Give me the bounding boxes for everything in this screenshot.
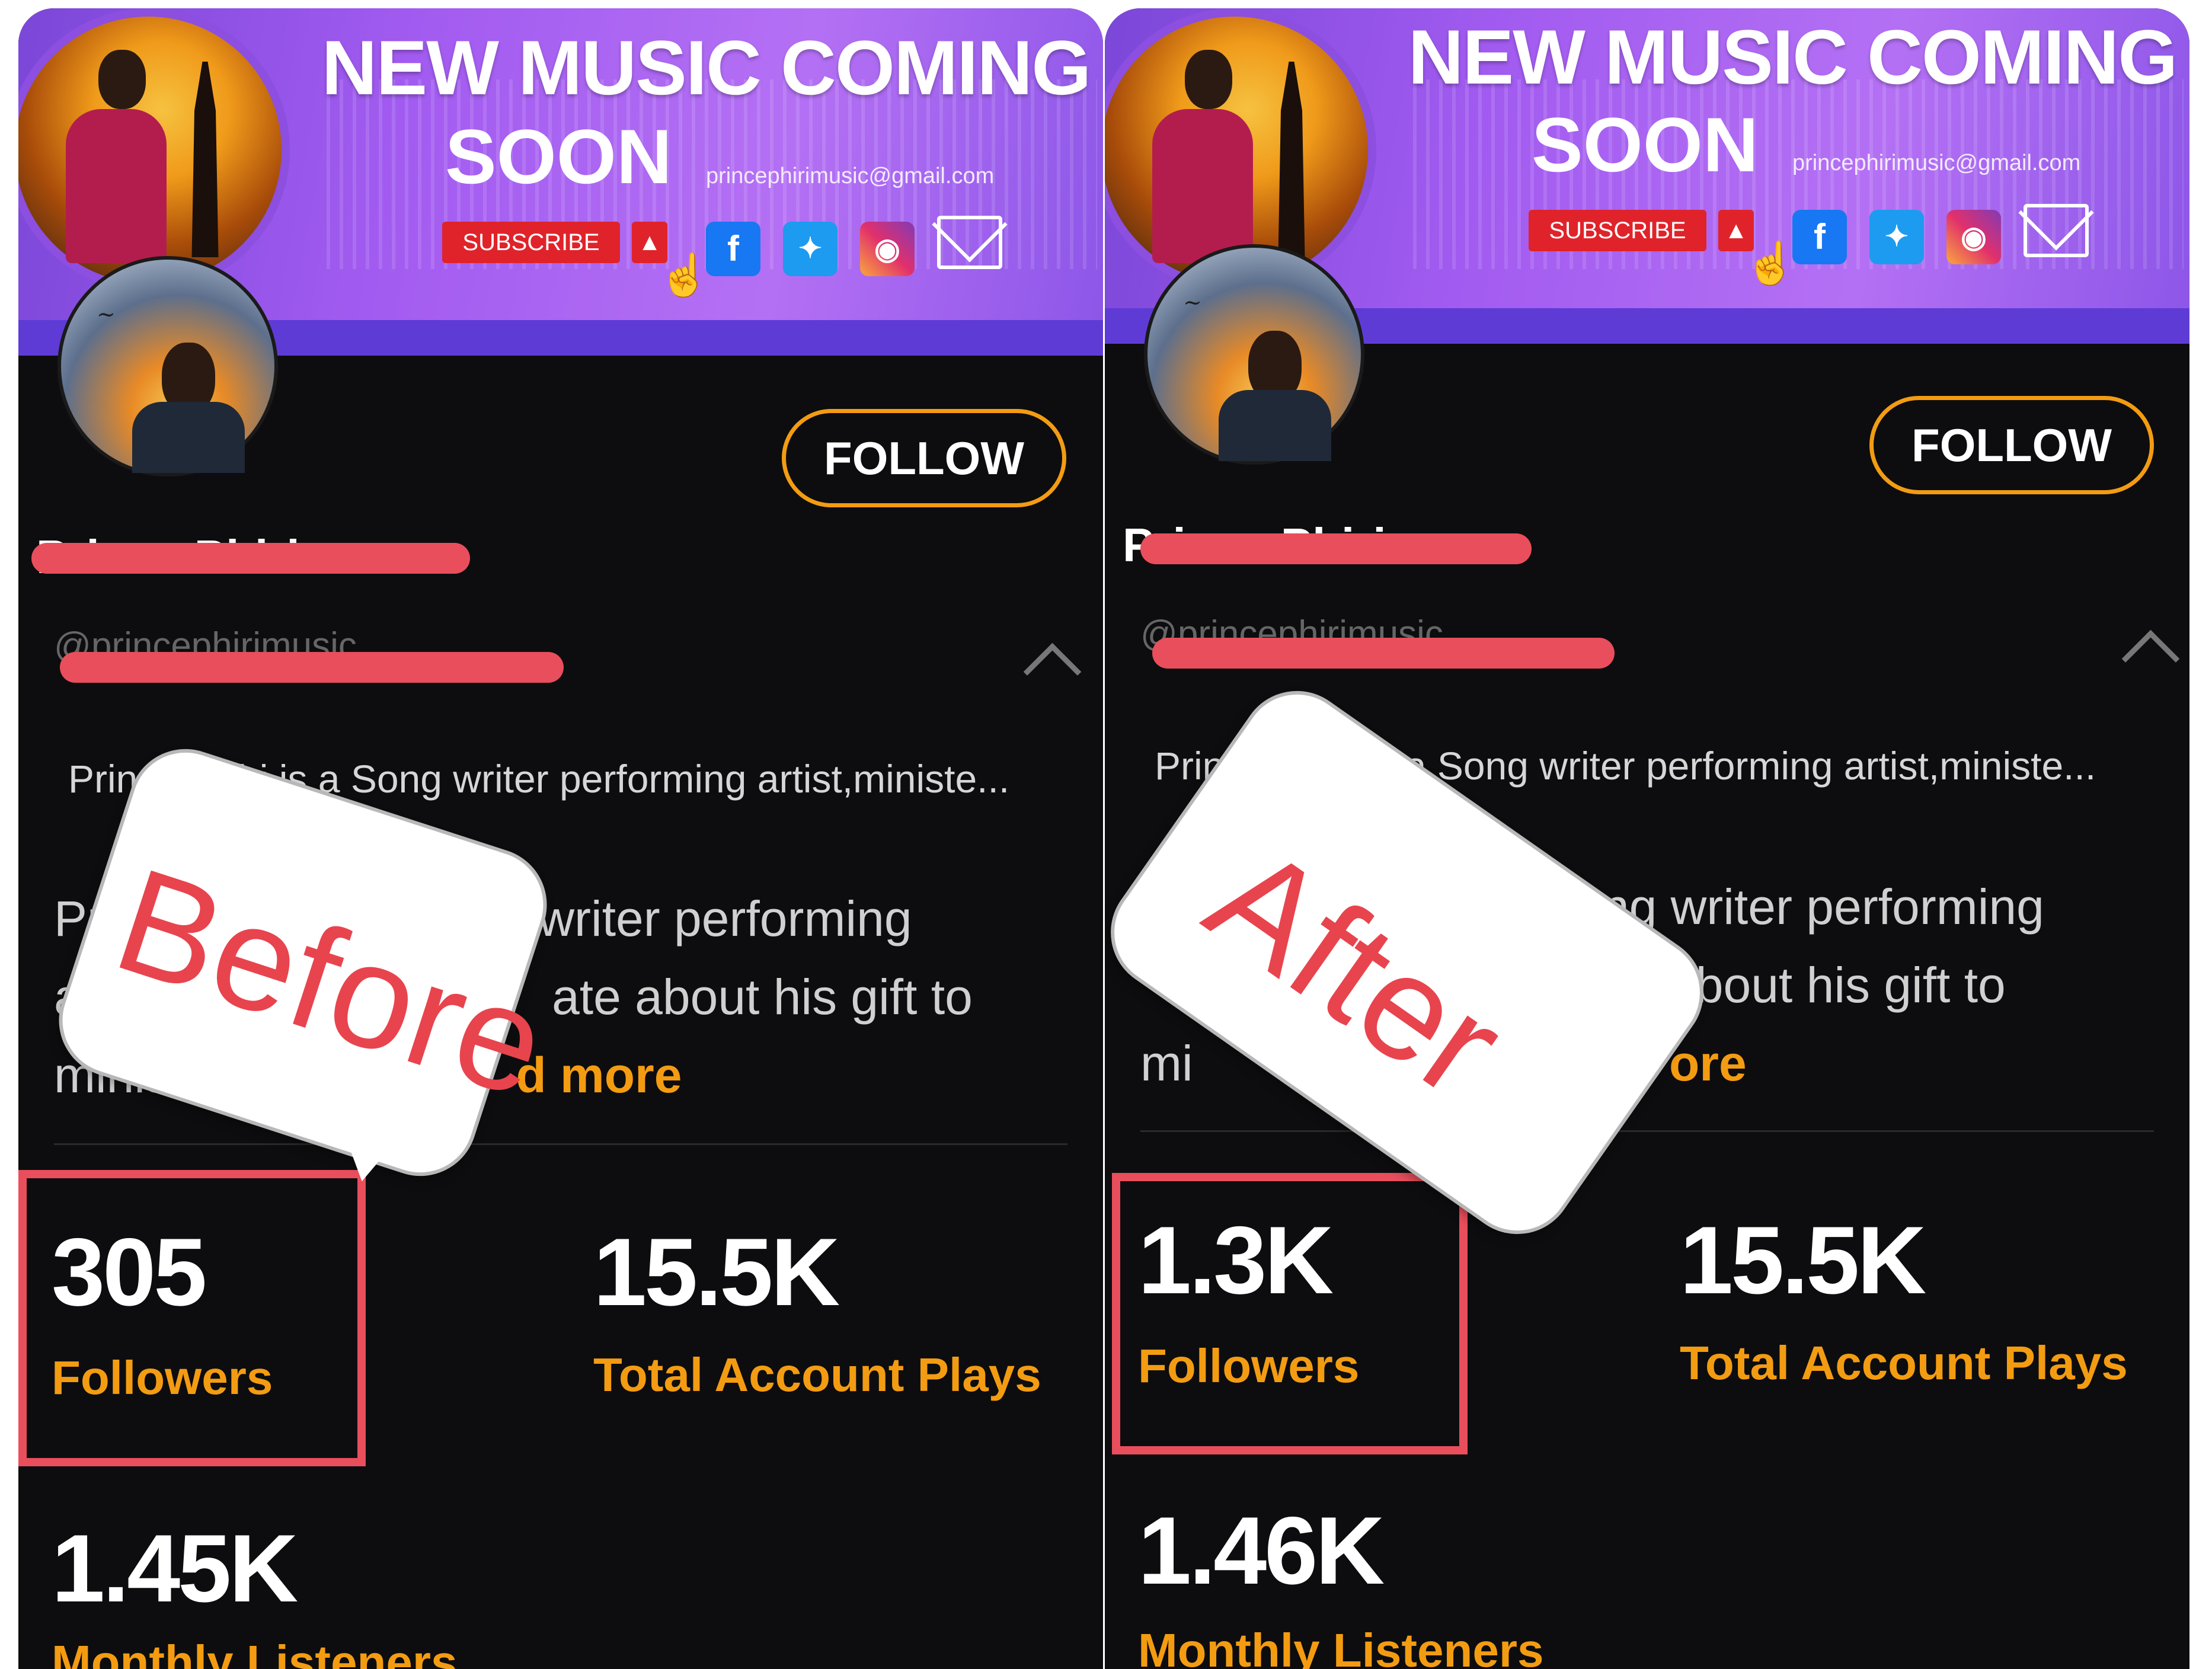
divider: [54, 1143, 1067, 1145]
profile-panel-after: NEW MUSIC COMING SOON princephirimusic@g…: [1105, 8, 2189, 1669]
banner-subtitle: SOON: [445, 113, 672, 200]
listeners-count: 1.45K: [52, 1515, 298, 1622]
read-more-link[interactable]: d more: [516, 1047, 682, 1103]
banner-email: princephirimusic@gmail.com: [1792, 151, 2081, 175]
follow-button[interactable]: FOLLOW: [1869, 396, 2154, 494]
listeners-label: Monthly Listeners: [1138, 1624, 1544, 1669]
subscribe-button: SUBSCRIBE: [442, 222, 620, 263]
chevron-up-icon[interactable]: [1023, 642, 1082, 701]
redaction-mark: [1152, 638, 1615, 669]
read-more-link[interactable]: ore: [1669, 1035, 1747, 1091]
highlight-box: [18, 1170, 366, 1466]
profile-panel-before: NEW MUSIC COMING SOON princephirimusic@g…: [18, 8, 1103, 1669]
avatar[interactable]: ~: [57, 256, 278, 477]
redaction-mark: [31, 543, 470, 574]
instagram-icon: ◉: [860, 222, 915, 276]
listeners-count: 1.46K: [1138, 1497, 1385, 1604]
redaction-mark: [1140, 533, 1532, 564]
pointer-hand-icon: ☝: [659, 252, 711, 298]
twitter-icon: ✦: [783, 222, 838, 276]
listeners-label: Monthly Listeners: [52, 1636, 458, 1669]
highlight-box: [1112, 1173, 1468, 1454]
chevron-up-icon[interactable]: [2121, 629, 2180, 688]
subscribe-button: SUBSCRIBE: [1529, 210, 1706, 251]
plays-count: 15.5K: [1680, 1207, 1926, 1314]
twitter-icon: ✦: [1869, 210, 1924, 264]
plays-label: Total Account Plays: [1680, 1337, 2128, 1389]
plays-label: Total Account Plays: [593, 1348, 1041, 1401]
facebook-icon: f: [706, 222, 760, 276]
banner-title: NEW MUSIC COMING: [1408, 14, 2178, 100]
instagram-icon: ◉: [1946, 210, 2001, 264]
follow-button[interactable]: FOLLOW: [782, 409, 1066, 507]
banner-subtitle: SOON: [1532, 101, 1759, 188]
banner-title: NEW MUSIC COMING: [321, 24, 1092, 111]
mail-icon: [937, 216, 1002, 269]
plays-count: 15.5K: [593, 1219, 840, 1326]
divider: [1140, 1130, 2154, 1132]
pointer-hand-icon: ☝: [1745, 240, 1797, 286]
redaction-mark: [60, 652, 564, 683]
avatar[interactable]: ~: [1144, 244, 1364, 465]
banner-email: princephirimusic@gmail.com: [706, 164, 995, 188]
mail-icon: [2024, 204, 2089, 257]
facebook-icon: f: [1792, 210, 1847, 264]
